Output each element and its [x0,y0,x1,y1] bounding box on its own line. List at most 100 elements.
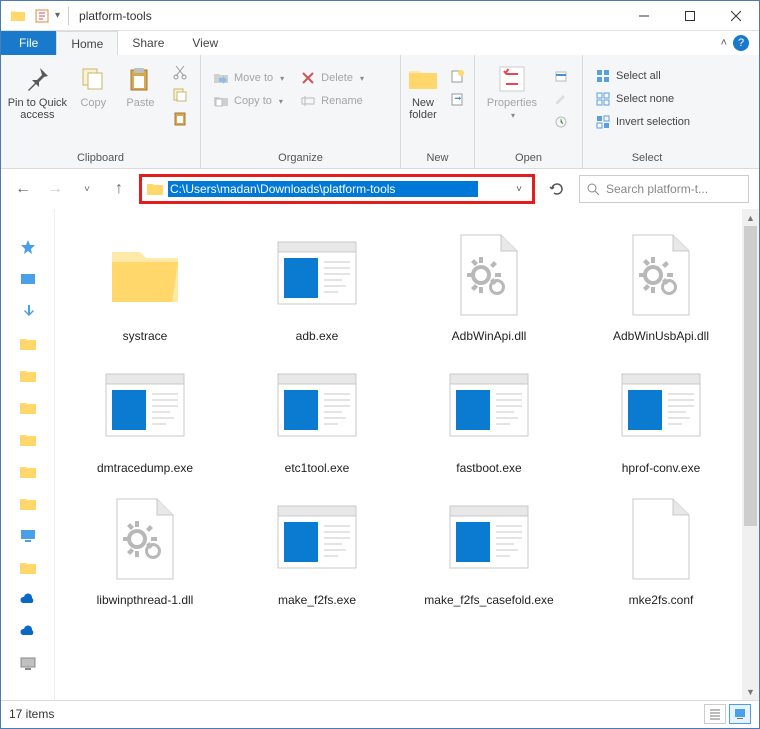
invert-selection-icon [595,114,611,130]
new-folder-button[interactable]: New folder [407,59,439,121]
forward-button[interactable]: → [43,177,67,201]
address-dropdown-icon[interactable]: ˅ [516,184,528,195]
close-button[interactable] [713,1,759,31]
edit-icon [553,91,569,107]
file-item[interactable]: make_f2fs_casefold.exe [409,491,569,607]
rename-button[interactable]: Rename [294,90,370,112]
easy-access-button[interactable] [443,88,471,110]
properties-icon[interactable] [31,5,53,27]
copy-path-icon [172,87,188,103]
file-item[interactable]: AdbWinUsbApi.dll [581,227,741,343]
pin-icon [21,63,53,95]
move-to-icon [213,70,229,86]
properties-icon-big [496,63,528,95]
up-button[interactable]: ↑ [107,177,131,201]
folder-nav-icon[interactable] [19,463,37,481]
copy-button[interactable]: Copy [72,59,115,109]
ribbon-tabs: File Home Share View ˄ ? [1,31,759,55]
file-item[interactable]: hprof-conv.exe [581,359,741,475]
group-label-open: Open [481,150,576,166]
file-item[interactable]: AdbWinApi.dll [409,227,569,343]
refresh-button[interactable] [543,175,571,203]
history-button[interactable] [547,111,575,133]
monitor-icon[interactable] [19,655,37,673]
select-none-icon [595,91,611,107]
file-label: etc1tool.exe [285,461,350,475]
tab-home[interactable]: Home [56,31,118,55]
address-bar[interactable]: C:\Users\madan\Downloads\platform-tools … [139,174,535,204]
tab-share[interactable]: Share [118,31,178,55]
invert-selection-button[interactable]: Invert selection [589,111,696,133]
file-thumbnail [97,227,193,323]
folder-nav-icon[interactable] [19,335,37,353]
file-label: fastboot.exe [456,461,521,475]
move-to-button[interactable]: Move to▾ [207,67,290,89]
this-pc-icon[interactable] [19,527,37,545]
scroll-down-icon[interactable]: ▼ [742,683,759,700]
qat-dropdown-icon[interactable]: ▾ [55,10,60,21]
delete-button[interactable]: Delete▾ [294,67,370,89]
scroll-up-icon[interactable]: ▲ [742,209,759,226]
minimize-button[interactable] [621,1,667,31]
open-button[interactable] [547,65,575,87]
address-path[interactable]: C:\Users\madan\Downloads\platform-tools [168,181,478,197]
delete-icon [300,70,316,86]
file-list[interactable]: systraceadb.exe AdbWinApi.dll AdbWinUsbApi… [55,209,759,700]
properties-button[interactable]: Properties▾ [481,59,543,120]
copy-path-button[interactable] [166,84,194,106]
folder-nav-icon[interactable] [19,367,37,385]
paste-shortcut-button[interactable] [166,107,194,129]
folder-nav-icon[interactable] [19,399,37,417]
file-label: AdbWinApi.dll [452,329,527,343]
scrollbar-vertical[interactable]: ▲ ▼ [742,209,759,700]
onedrive-icon[interactable] [19,623,37,641]
file-item[interactable]: systrace [65,227,225,343]
maximize-button[interactable] [667,1,713,31]
file-item[interactable]: fastboot.exe [409,359,569,475]
select-all-button[interactable]: Select all [589,65,696,87]
navigation-pane[interactable] [1,209,55,700]
select-none-button[interactable]: Select none [589,88,696,110]
collapse-ribbon-icon[interactable]: ˄ [721,37,727,49]
file-item[interactable]: make_f2fs.exe [237,491,397,607]
edit-button[interactable] [547,88,575,110]
file-label: mke2fs.conf [629,593,694,607]
window-title: platform-tools [79,9,152,23]
file-thumbnail [269,359,365,455]
scroll-thumb[interactable] [744,226,757,526]
details-view-button[interactable] [704,704,726,724]
copy-icon [77,63,109,95]
file-label: libwinpthread-1.dll [97,593,194,607]
file-item[interactable]: etc1tool.exe [237,359,397,475]
file-item[interactable]: libwinpthread-1.dll [65,491,225,607]
recent-locations-button[interactable]: ˅ [75,177,99,201]
file-item[interactable]: adb.exe [237,227,397,343]
tab-view[interactable]: View [178,31,232,55]
file-thumbnail [97,491,193,587]
back-button[interactable]: ← [11,177,35,201]
downloads-icon[interactable] [19,303,37,321]
tab-file[interactable]: File [1,31,56,55]
desktop-icon[interactable] [19,271,37,289]
pin-to-quick-access-button[interactable]: Pin to Quick access [7,59,68,121]
group-label-select: Select [589,150,705,166]
onedrive-icon[interactable] [19,591,37,609]
new-item-button[interactable] [443,65,471,87]
select-all-icon [595,68,611,84]
file-label: make_f2fs.exe [278,593,356,607]
folder-nav-icon[interactable] [19,559,37,577]
address-bar-row: ← → ˅ ↑ C:\Users\madan\Downloads\platfor… [1,169,759,209]
file-item[interactable]: dmtracedump.exe [65,359,225,475]
large-icons-view-button[interactable] [729,704,751,724]
copy-to-button[interactable]: Copy to▾ [207,90,290,112]
paste-button[interactable]: Paste [119,59,162,109]
search-box[interactable]: Search platform-t... [579,175,749,203]
cut-button[interactable] [166,61,194,83]
folder-nav-icon[interactable] [19,431,37,449]
folder-nav-icon[interactable] [19,495,37,513]
paste-icon [124,63,156,95]
quick-access-icon[interactable] [19,239,37,257]
copy-to-icon [213,93,229,109]
file-item[interactable]: mke2fs.conf [581,491,741,607]
help-button[interactable]: ? [733,35,749,51]
